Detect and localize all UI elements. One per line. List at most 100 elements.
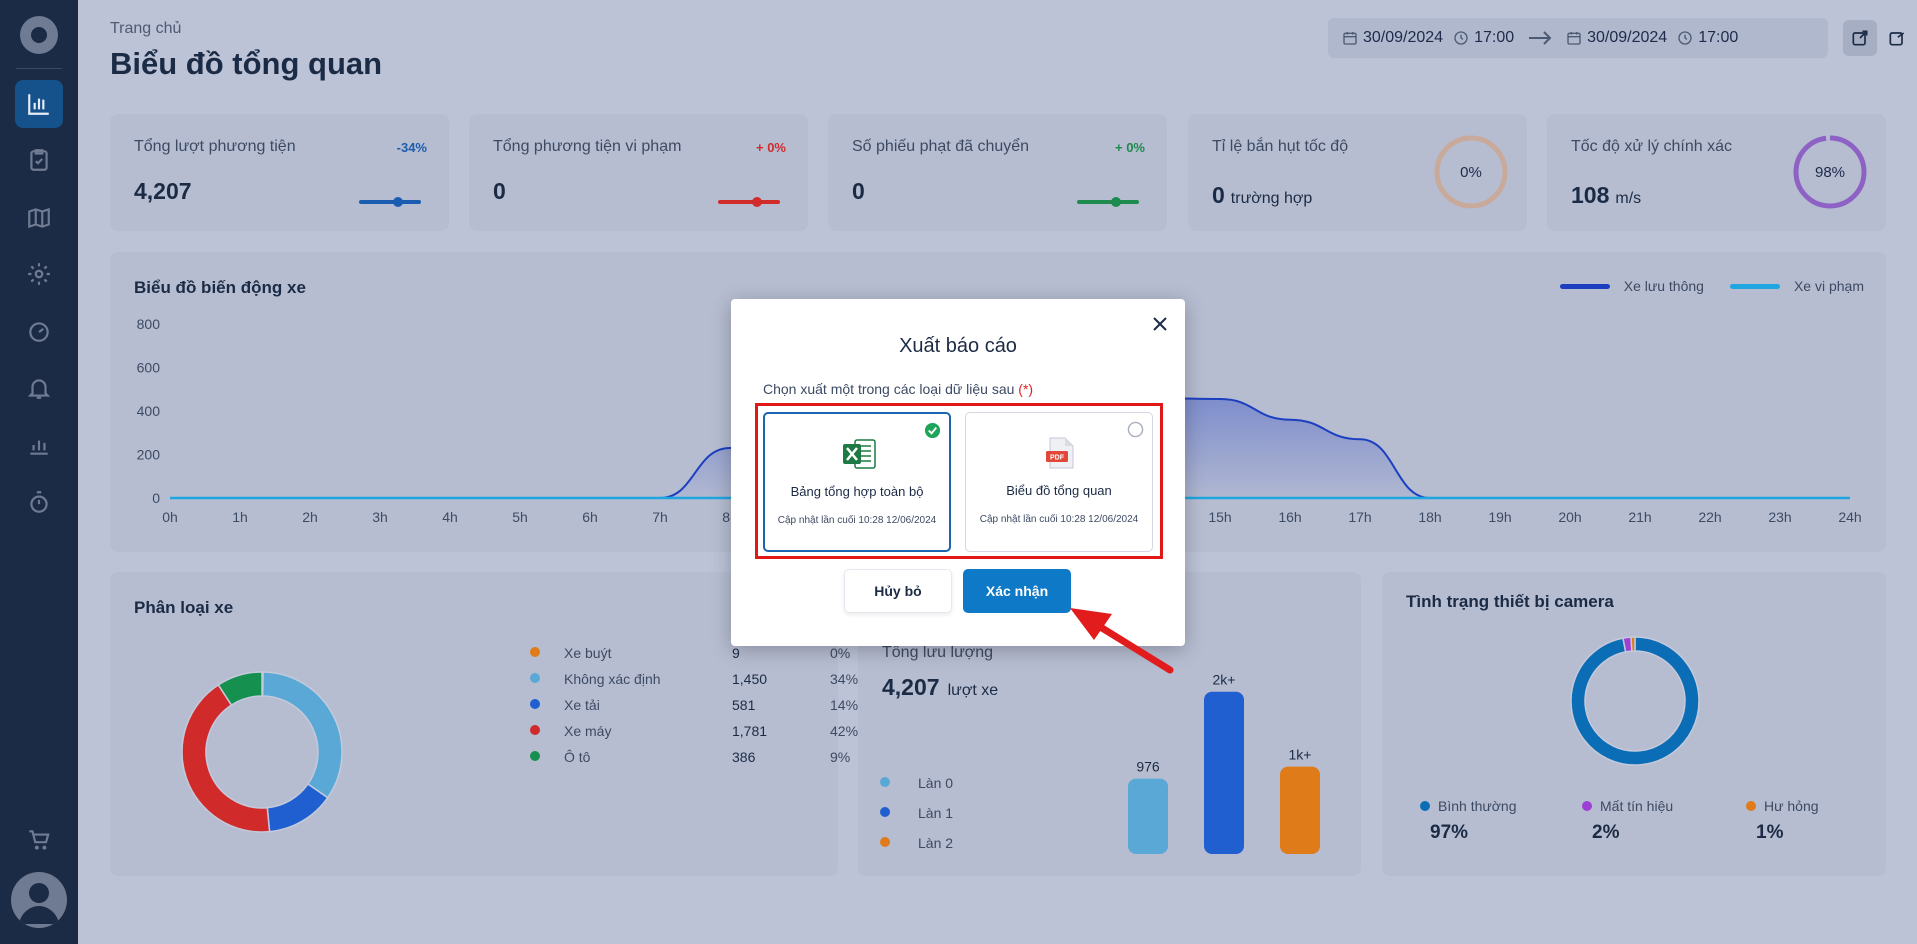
stat-label: Tổng phương tiện vi phạm	[493, 138, 682, 155]
stat-change: + 0%	[756, 140, 786, 155]
lane-bar[interactable]	[1204, 691, 1244, 854]
option-updated: Cập nhật lần cuối 10:28 12/06/2024	[979, 514, 1139, 525]
lane-bar[interactable]	[1128, 778, 1168, 854]
export-button[interactable]	[1880, 20, 1914, 56]
excel-file-icon	[843, 439, 876, 469]
x-tick-label: 3h	[372, 509, 388, 525]
x-tick-label: 1h	[232, 509, 248, 525]
donut-slice[interactable]	[1570, 636, 1700, 766]
dialog-title: Xuất báo cáo	[899, 335, 1017, 357]
date-to[interactable]: 30/09/2024	[1587, 29, 1667, 47]
section-title: Tình trạng thiết bị camera	[1406, 592, 1614, 611]
gear-icon	[28, 263, 50, 285]
sidebar-item-alerts[interactable]	[15, 364, 63, 412]
camera-status-card: Tình trạng thiết bị camera Bình thường 97…	[1382, 572, 1886, 876]
donut-slice[interactable]	[266, 782, 329, 833]
stat-value: 0	[852, 178, 865, 204]
export-icon	[1889, 32, 1905, 46]
option-updated: Cập nhật lần cuối 10:28 12/06/2024	[777, 515, 937, 526]
ring-value: 98%	[1814, 163, 1846, 181]
time-from[interactable]: 17:00	[1474, 29, 1514, 47]
x-tick-label: 18h	[1418, 509, 1441, 525]
calendar-icon	[1567, 32, 1581, 45]
x-tick-label: 19h	[1488, 509, 1511, 525]
share-icon	[1852, 30, 1868, 46]
user-avatar-icon	[19, 883, 59, 924]
x-tick-label: 16h	[1278, 509, 1301, 525]
time-to[interactable]: 17:00	[1698, 29, 1738, 47]
donut-slice[interactable]	[181, 683, 271, 833]
option-summary-table[interactable]: Bảng tổng hợp toàn bộ Cập nhật lần cuối …	[763, 412, 951, 552]
sidebar-item-statistics[interactable]	[15, 421, 63, 469]
x-tick-label: 15h	[1208, 509, 1231, 525]
option-overview-chart[interactable]: PDF Biểu đồ tổng quan Cập nhật lần cuối …	[965, 412, 1153, 552]
stat-label: Số phiếu phạt đã chuyển	[852, 138, 1030, 155]
option-title: Bảng tổng hợp toàn bộ	[790, 484, 924, 499]
arrow-right-icon	[1529, 31, 1552, 45]
sidebar-item-dashboard[interactable]	[15, 80, 63, 128]
camera-donut	[1570, 636, 1700, 766]
x-tick-label: 23h	[1768, 509, 1791, 525]
logo-icon[interactable]	[20, 16, 58, 54]
cart-icon	[29, 830, 50, 850]
y-tick-label: 800	[137, 316, 161, 332]
sidebar-divider	[16, 68, 62, 69]
page-title: Biểu đồ tổng quan	[110, 46, 383, 81]
y-tick-label: 600	[137, 360, 161, 376]
bar-value-label: 1k+	[1289, 747, 1312, 763]
option-title: Biểu đồ tổng quan	[1006, 483, 1112, 498]
bar-value-label: 2k+	[1213, 672, 1236, 688]
x-tick-label: 24h	[1838, 509, 1861, 525]
stat-change: -34%	[396, 140, 427, 155]
cancel-button[interactable]: Hủy bỏ	[844, 569, 952, 613]
sidebar-item-map[interactable]	[15, 194, 63, 242]
clock-icon	[1678, 31, 1692, 45]
stat-card-accuracy: Tốc độ xử lý chính xác 108 m/s 98%	[1547, 114, 1886, 231]
stat-value: 0 trường hợp	[1212, 182, 1313, 208]
date-from[interactable]: 30/09/2024	[1363, 29, 1443, 47]
y-tick-label: 200	[137, 447, 161, 463]
dialog-instruction: Chọn xuất một trong các loại dữ liệu sau…	[763, 381, 1034, 397]
x-tick-label: 6h	[582, 509, 598, 525]
calendar-icon	[1343, 32, 1357, 45]
classification-card: Phân loại xe Xe buýt 9 0% Không xác định 1,…	[110, 572, 858, 876]
share-button[interactable]	[1843, 20, 1877, 56]
x-tick-label: 7h	[652, 509, 668, 525]
y-tick-label: 0	[152, 490, 160, 506]
sidebar-item-speed[interactable]	[15, 307, 63, 355]
section-title: Phân loại xe	[134, 598, 234, 617]
stat-label: Tốc độ xử lý chính xác	[1571, 138, 1732, 155]
speedometer-icon	[29, 322, 49, 342]
stat-label: Tổng lượt phương tiện	[134, 138, 296, 155]
stat-value: 4,207	[134, 178, 192, 204]
breadcrumb[interactable]: Trang chủ	[110, 20, 181, 38]
sidebar-item-settings[interactable]	[15, 250, 63, 298]
date-range-picker[interactable]: 30/09/2024 17:00 30/09/2024 17:00	[1328, 18, 1828, 58]
stat-card-miss-rate: Tỉ lệ bắn hụt tốc độ 0 trường hợp 0%	[1188, 114, 1527, 231]
confirm-button[interactable]: Xác nhận	[963, 569, 1071, 613]
clock-icon	[1454, 31, 1468, 45]
export-report-dialog: Xuất báo cáo Chọn xuất một trong các loạ…	[731, 299, 1185, 646]
ring-value: 0%	[1460, 163, 1482, 181]
x-tick-label: 2h	[302, 509, 318, 525]
bar-value-label: 976	[1136, 759, 1160, 775]
donut-slice[interactable]	[261, 671, 343, 799]
lane-bar[interactable]	[1280, 766, 1320, 854]
donut-slice[interactable]	[1630, 636, 1636, 652]
svg-text:PDF: PDF	[1050, 455, 1065, 462]
x-tick-label: 0h	[162, 509, 178, 525]
stats-icon	[30, 440, 48, 455]
check-circle-icon	[924, 422, 941, 439]
sidebar-item-cart[interactable]	[15, 816, 63, 864]
avatar[interactable]	[11, 872, 67, 928]
x-tick-label: 22h	[1698, 509, 1721, 525]
x-tick-label: 4h	[442, 509, 458, 525]
stat-label: Tỉ lệ bắn hụt tốc độ	[1212, 138, 1349, 155]
stat-card-tickets: Số phiếu phạt đã chuyển + 0% 0	[828, 114, 1167, 231]
sidebar-item-timer[interactable]	[15, 478, 63, 526]
x-tick-label: 20h	[1558, 509, 1581, 525]
close-button[interactable]	[1149, 313, 1171, 335]
sparkline	[359, 197, 421, 207]
clipboard-check-icon	[30, 149, 48, 171]
sidebar-item-tasks[interactable]	[15, 136, 63, 184]
